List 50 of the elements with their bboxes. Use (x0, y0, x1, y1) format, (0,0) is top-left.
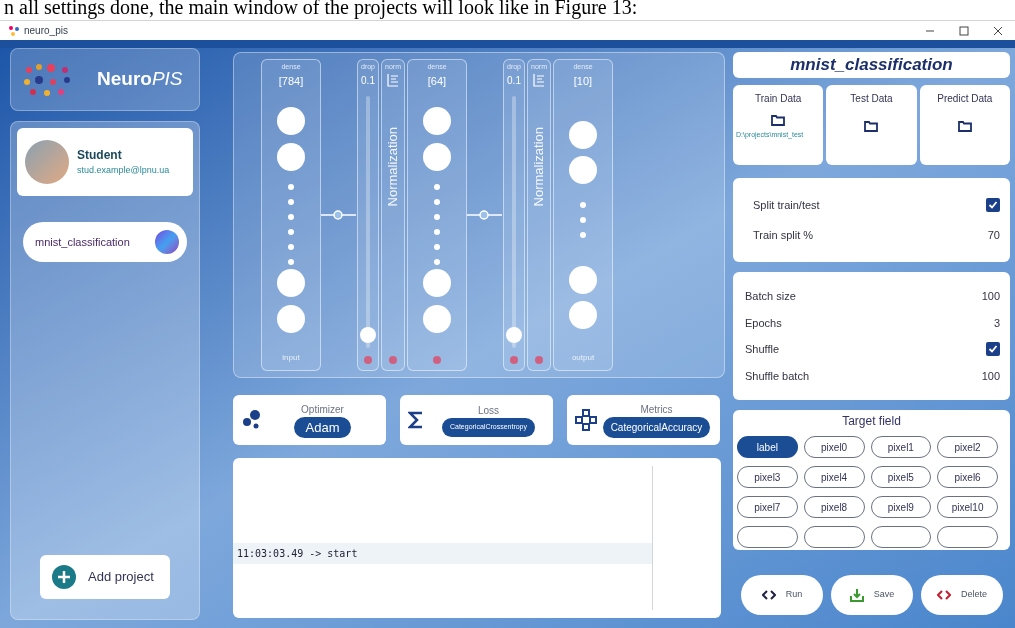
setting-label: Epochs (745, 315, 782, 331)
field-chip[interactable]: pixel9 (870, 496, 932, 518)
project-title: mnist_classification (733, 52, 1010, 78)
setting-value[interactable]: 100 (981, 367, 1000, 384)
field-chip[interactable]: pixel3 (737, 466, 798, 488)
field-label: Loss (477, 404, 500, 419)
logo-text: NeuroPIS (97, 67, 183, 92)
dropout-rate-label: 0.1 (507, 73, 521, 88)
field-chip[interactable]: pixel1 (870, 436, 932, 458)
layer-units-label: [784] (278, 73, 304, 89)
field-label: Metrics (640, 403, 673, 417)
target-field-title: Target field (841, 413, 902, 430)
dropout-rate-label: 0.1 (361, 73, 375, 88)
window-title: neuro_pis (24, 24, 68, 38)
setting-value[interactable]: 70 (987, 227, 1000, 244)
field-chip[interactable]: pixel0 (803, 436, 865, 458)
setting-label: Train split % (753, 228, 814, 243)
field-chip[interactable]: pixel8 (803, 496, 865, 518)
add-project-button[interactable]: Add project (40, 555, 170, 599)
field-label: Optimizer (301, 402, 344, 417)
data-source-card[interactable]: Predict Data (919, 85, 1010, 165)
field-chip[interactable]: pixel4 (803, 466, 865, 488)
setting-value[interactable]: 100 (981, 288, 1000, 305)
data-source-card[interactable]: Test Data (826, 85, 917, 165)
caption-text: n all settings done, the main window of the projects will look like in Figure 13: (3, 0, 639, 20)
layer-name-label: Normalization (384, 126, 402, 206)
run-button[interactable]: Run (741, 575, 823, 615)
layer-units-label: [64] (427, 73, 447, 89)
project-item[interactable]: mnist_classification (23, 222, 187, 262)
field-chip[interactable]: pixel6 (937, 466, 998, 488)
delete-button[interactable]: Delete (921, 575, 1003, 615)
setting-label: Split train/test (753, 197, 820, 213)
layer-units-label: [10] (573, 73, 593, 89)
field-chip[interactable]: pixel10 (937, 496, 998, 518)
value-pill[interactable]: CategoricalAccuracy (602, 417, 711, 438)
layer-name-label: Normalization (530, 126, 548, 206)
user-name: Student (77, 147, 123, 165)
value-pill[interactable]: Adam (293, 416, 352, 439)
setting-value[interactable]: 3 (993, 314, 1000, 331)
setting-label: Batch size (745, 289, 796, 304)
field-chip[interactable]: label (737, 436, 798, 458)
setting-label: Shuffle (745, 342, 780, 357)
field-chip[interactable]: pixel5 (870, 466, 932, 488)
user-email: stud.example@lpnu.ua (77, 164, 170, 178)
layer-role-label: input (282, 352, 300, 364)
field-chip[interactable]: pixel2 (937, 436, 998, 458)
setting-label: Shuffle batch (745, 368, 809, 384)
layer-role-label: output (571, 352, 595, 364)
field-chip[interactable]: pixel7 (737, 496, 798, 518)
save-button[interactable]: Save (831, 575, 913, 615)
